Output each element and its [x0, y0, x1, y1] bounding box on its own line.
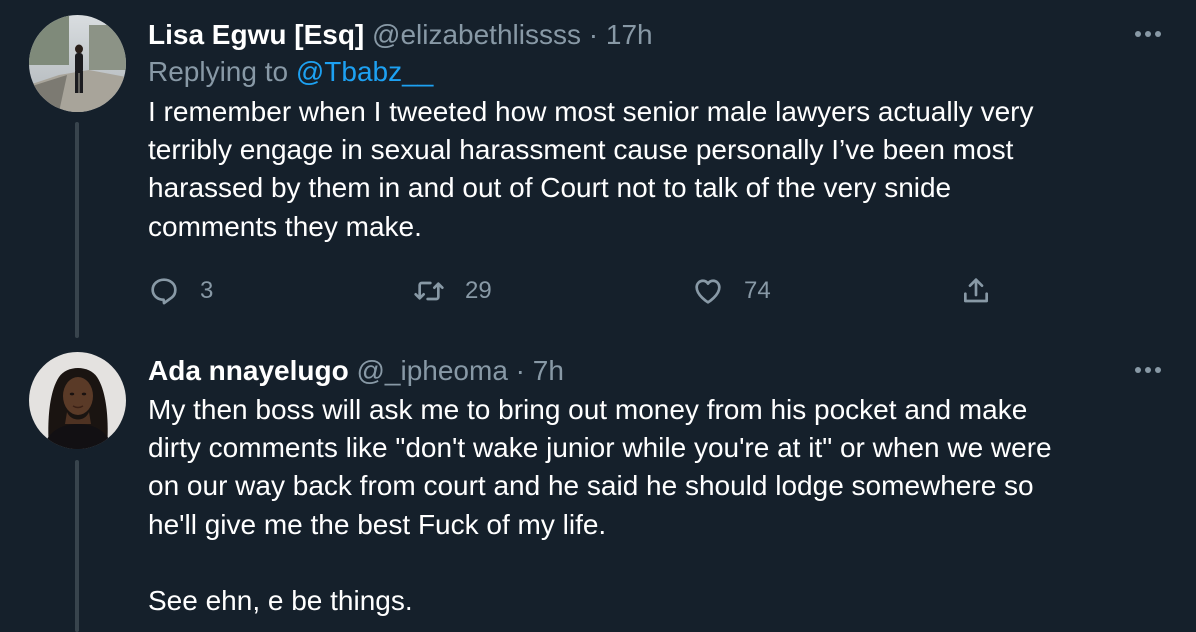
avatar[interactable]: [29, 352, 126, 449]
tweet-header: Lisa Egwu [Esq] @elizabethlissss · 17h: [148, 17, 1166, 53]
reply-icon: [151, 278, 177, 305]
user-handle[interactable]: @_ipheoma: [356, 355, 507, 386]
timestamp[interactable]: 17h: [606, 19, 653, 50]
tweet-actions: 3 29 74: [148, 270, 998, 312]
more-horizontal-icon[interactable]: [1130, 355, 1166, 385]
like-button[interactable]: 74: [692, 270, 771, 312]
like-count: 74: [744, 277, 771, 304]
user-handle[interactable]: @elizabethlissss: [372, 19, 581, 50]
tweet[interactable]: Lisa Egwu [Esq] @elizabethlissss · 17h R…: [0, 0, 1196, 340]
tweet-header: Ada nnayelugo @_ipheoma · 7h: [148, 353, 1166, 389]
heart-icon: [695, 279, 721, 304]
display-name[interactable]: Lisa Egwu [Esq]: [148, 19, 364, 50]
avatar-photo: [29, 352, 126, 449]
timestamp[interactable]: 7h: [533, 355, 564, 386]
retweet-count: 29: [465, 277, 492, 304]
reply-count: 3: [200, 277, 214, 304]
display-name[interactable]: Ada nnayelugo: [148, 355, 349, 386]
separator-dot: ·: [515, 355, 525, 386]
tweet-text: My then boss will ask me to bring out mo…: [148, 394, 1052, 617]
retweet-button[interactable]: 29: [413, 270, 492, 312]
replying-to-label: Replying to: [148, 56, 289, 87]
share-icon: [964, 278, 988, 303]
thread-line: [75, 122, 79, 338]
reply-button[interactable]: 3: [148, 270, 213, 312]
retweet-icon: [414, 281, 444, 301]
more-horizontal-icon[interactable]: [1130, 19, 1166, 49]
thread-line: [75, 460, 79, 632]
separator-dot: ·: [588, 19, 599, 50]
avatar-photo: [29, 15, 126, 112]
tweet[interactable]: Ada nnayelugo @_ipheoma · 7h My then bos…: [0, 340, 1196, 632]
share-button[interactable]: [960, 270, 992, 312]
replying-to-mention[interactable]: @Tbabz__: [296, 56, 433, 87]
tweet-text: I remember when I tweeted how most senio…: [148, 96, 1034, 242]
replying-to: Replying to @Tbabz__: [148, 53, 1166, 91]
avatar[interactable]: [29, 15, 126, 112]
